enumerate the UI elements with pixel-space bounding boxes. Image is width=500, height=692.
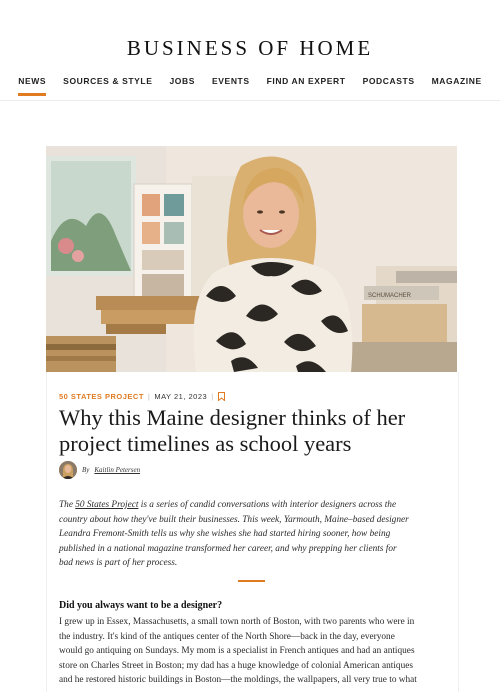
category-link[interactable]: 50 STATES PROJECT: [59, 392, 144, 401]
answer-line: I grew up in Essex, Massachusetts, a sma…: [59, 617, 415, 627]
author-link[interactable]: Kaitlin Petersen: [94, 466, 140, 474]
intro-line: published in a national magazine transfo…: [59, 543, 397, 554]
intro-line: The 50 States Project is a series of can…: [59, 498, 444, 513]
bookmark-icon[interactable]: [217, 392, 225, 402]
series-link[interactable]: 50 States Project: [75, 500, 138, 510]
section-divider: [238, 580, 265, 582]
meta-separator: |: [147, 392, 151, 401]
hero-image: SCHUMACHER: [46, 146, 457, 372]
author-avatar[interactable]: [59, 461, 77, 479]
byline: By Kaitlin Petersen: [59, 461, 140, 479]
article-headline: Why this Maine designer thinks of her pr…: [59, 405, 439, 457]
intro-line: country about how they've built their bu…: [59, 514, 409, 525]
intro-text: is a series of candid conversations with…: [138, 500, 397, 510]
site-logo[interactable]: BUSINESS OF HOME: [0, 36, 500, 61]
nav-item-news[interactable]: NEWS: [18, 76, 47, 96]
answer-line: the industry. It's kind of the antiques …: [59, 631, 395, 642]
site-header: BUSINESS OF HOME NEWS SOURCES & STYLE JO…: [0, 0, 500, 101]
answer-line: store on Charles Street in Boston; my da…: [59, 660, 413, 671]
intro-text: The: [59, 500, 76, 510]
answer-line: would go antiquing on Sundays. My mom is…: [59, 646, 415, 657]
nav-item-find-an-expert[interactable]: FIND AN EXPERT: [267, 76, 346, 96]
headline-line: project timelines as school years: [59, 431, 352, 456]
byline-prefix: By: [82, 466, 90, 474]
intro-line: Leandra Fremont-Smith tells us why she w…: [59, 529, 391, 540]
main-nav: NEWS SOURCES & STYLE JOBS EVENTS FIND AN…: [0, 76, 500, 96]
nav-item-jobs[interactable]: JOBS: [169, 76, 195, 96]
interview-question: Did you always want to be a designer?: [59, 600, 223, 611]
nav-item-events[interactable]: EVENTS: [212, 76, 250, 96]
nav-item-podcasts[interactable]: PODCASTS: [363, 76, 415, 96]
publish-date: MAY 21, 2023: [154, 392, 208, 401]
nav-item-sources-style[interactable]: SOURCES & STYLE: [63, 76, 152, 96]
intro-line: bad news is part of her process.: [59, 558, 178, 569]
interview-answer: I grew up in Essex, Massachusetts, a sma…: [59, 615, 444, 688]
headline-line: Why this Maine designer thinks of her: [59, 405, 406, 430]
nav-item-magazine[interactable]: MAGAZINE: [432, 76, 482, 96]
article-meta: 50 STATES PROJECT | MAY 21, 2023 |: [59, 392, 225, 402]
hero-box-label: SCHUMACHER: [368, 293, 412, 299]
answer-line: and he restored historic buildings in Bo…: [59, 675, 417, 686]
meta-separator: |: [211, 392, 214, 401]
article-intro: The 50 States Project is a series of can…: [59, 498, 444, 571]
